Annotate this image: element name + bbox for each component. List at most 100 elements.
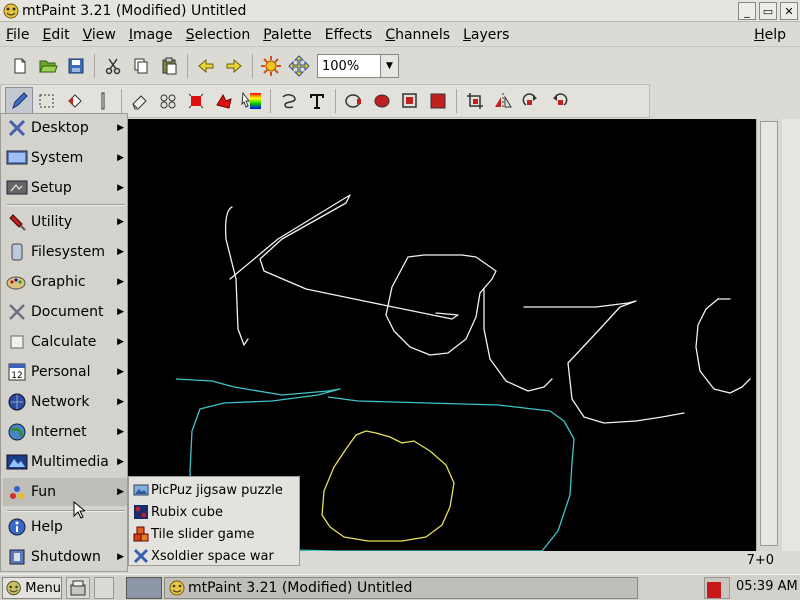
menu-image[interactable]: Image bbox=[123, 27, 180, 43]
menu-bar: File Edit View Image Selection Palette E… bbox=[0, 23, 800, 47]
smudge-icon[interactable] bbox=[275, 87, 303, 115]
system-tray[interactable] bbox=[704, 577, 730, 599]
submenu-item-picpuz[interactable]: PicPuz jigsaw puzzle bbox=[133, 479, 283, 501]
menu-item-calculate[interactable]: Calculate ▶ bbox=[3, 328, 127, 356]
menu-help[interactable]: Help bbox=[754, 27, 786, 43]
menu-palette[interactable]: Palette bbox=[257, 27, 319, 43]
menu-item-utility[interactable]: Utility ▶ bbox=[3, 208, 127, 236]
menu-view[interactable]: View bbox=[77, 27, 123, 43]
taskbar: Menu mtPaint 3.21 (Modified) Untitled 05… bbox=[0, 574, 800, 600]
menu-selection[interactable]: Selection bbox=[180, 27, 258, 43]
submenu-item-tile-slider[interactable]: Tile slider game bbox=[133, 523, 255, 545]
eraser-icon[interactable] bbox=[126, 87, 154, 115]
svg-text:12: 12 bbox=[11, 371, 22, 381]
ellipse-outline-icon[interactable] bbox=[340, 87, 368, 115]
lasso-icon[interactable] bbox=[210, 87, 238, 115]
menu-item-document[interactable]: Document ▶ bbox=[3, 298, 127, 326]
new-icon[interactable] bbox=[6, 52, 34, 80]
paint-icon[interactable] bbox=[5, 87, 33, 115]
open-icon[interactable] bbox=[34, 52, 62, 80]
toolbar-separator bbox=[456, 89, 457, 113]
toolbar-separator bbox=[335, 89, 336, 113]
undo-icon[interactable] bbox=[192, 52, 220, 80]
rotate-ccw-icon[interactable] bbox=[545, 87, 573, 115]
setup-icon bbox=[6, 177, 28, 199]
menu-channels[interactable]: Channels bbox=[379, 27, 457, 43]
ellipse-fill-icon[interactable] bbox=[368, 87, 396, 115]
menu-effects[interactable]: Effects bbox=[319, 27, 380, 43]
menu-item-network[interactable]: Network ▶ bbox=[3, 388, 127, 416]
clone-icon[interactable] bbox=[154, 87, 182, 115]
tile-slider-icon bbox=[133, 526, 149, 542]
flood-fill-icon[interactable] bbox=[61, 87, 89, 115]
mtpaint-app-icon bbox=[3, 3, 19, 18]
copy-icon[interactable] bbox=[127, 52, 155, 80]
redo-icon[interactable] bbox=[220, 52, 248, 80]
main-toolbar: 100% ▼ bbox=[0, 50, 800, 82]
line-icon[interactable] bbox=[89, 87, 117, 115]
rect-outline-icon[interactable] bbox=[396, 87, 424, 115]
menu-item-setup[interactable]: Setup ▶ bbox=[3, 174, 127, 202]
scrollbar-thumb[interactable] bbox=[760, 121, 778, 546]
menu-edit[interactable]: Edit bbox=[36, 27, 76, 43]
menu-item-graphic[interactable]: Graphic ▶ bbox=[3, 268, 127, 296]
menu-item-fun[interactable]: Fun ▶ bbox=[3, 478, 127, 506]
xsoldier-icon bbox=[133, 548, 149, 564]
vertical-scrollbar[interactable] bbox=[756, 119, 782, 551]
rect-fill-icon[interactable] bbox=[424, 87, 452, 115]
calculate-icon bbox=[6, 331, 28, 353]
minimize-button[interactable]: _ bbox=[738, 2, 756, 20]
document-icon bbox=[6, 301, 28, 323]
toolbar-separator bbox=[94, 54, 95, 78]
submenu-item-xsoldier[interactable]: Xsoldier space war bbox=[133, 545, 274, 567]
polygon-select-icon[interactable] bbox=[182, 87, 210, 115]
menu-layers[interactable]: Layers bbox=[457, 27, 516, 43]
menu-item-filesystem[interactable]: Filesystem ▶ bbox=[3, 238, 127, 266]
menu-item-help[interactable]: Help bbox=[3, 513, 127, 541]
menu-item-internet[interactable]: Internet ▶ bbox=[3, 418, 127, 446]
tray-indicator-icon bbox=[707, 582, 721, 598]
taskbar-menu-button[interactable]: Menu bbox=[2, 577, 62, 599]
menu-item-multimedia[interactable]: Multimedia ▶ bbox=[3, 448, 127, 476]
cut-icon[interactable] bbox=[99, 52, 127, 80]
personal-icon: 12 bbox=[6, 361, 28, 383]
menu-item-shutdown[interactable]: Shutdown ▶ bbox=[3, 543, 127, 571]
menu-file[interactable]: File bbox=[0, 27, 36, 43]
crop-icon[interactable] bbox=[461, 87, 489, 115]
menu-item-personal[interactable]: 12 Personal ▶ bbox=[3, 358, 127, 386]
save-icon[interactable] bbox=[62, 52, 90, 80]
paste-icon[interactable] bbox=[155, 52, 183, 80]
multimedia-icon bbox=[6, 451, 28, 473]
brightness-icon[interactable] bbox=[257, 52, 285, 80]
rotate-cw-icon[interactable] bbox=[517, 87, 545, 115]
close-button[interactable]: ✕ bbox=[780, 2, 798, 20]
gradient-icon[interactable] bbox=[238, 87, 266, 115]
internet-icon bbox=[6, 421, 28, 443]
quicklaunch-icon[interactable] bbox=[66, 577, 90, 599]
title-bar[interactable]: mtPaint 3.21 (Modified) Untitled _ ▭ ✕ bbox=[0, 0, 800, 22]
menu-item-system[interactable]: System ▶ bbox=[3, 144, 127, 172]
pan-icon[interactable] bbox=[285, 52, 313, 80]
desktop-pager[interactable] bbox=[126, 577, 162, 599]
quicklaunch-slot[interactable] bbox=[94, 577, 114, 599]
system-icon bbox=[6, 147, 28, 169]
mtpaint-task-icon bbox=[169, 580, 185, 596]
utility-icon bbox=[6, 211, 28, 233]
zoom-combo-input[interactable]: 100% bbox=[317, 54, 381, 78]
select-icon[interactable] bbox=[33, 87, 61, 115]
maximize-button[interactable]: ▭ bbox=[759, 2, 777, 20]
taskbar-task-mtpaint[interactable]: mtPaint 3.21 (Modified) Untitled bbox=[164, 577, 638, 599]
status-coords: 7+0 bbox=[746, 553, 774, 568]
zoom-dropdown-button[interactable]: ▼ bbox=[381, 54, 399, 78]
toolbar-separator bbox=[187, 54, 188, 78]
menu-separator bbox=[7, 510, 125, 512]
fun-icon bbox=[6, 481, 28, 503]
flip-icon[interactable] bbox=[489, 87, 517, 115]
filesystem-icon bbox=[6, 241, 28, 263]
network-icon bbox=[6, 391, 28, 413]
text-icon[interactable] bbox=[303, 87, 331, 115]
submenu-item-rubix[interactable]: Rubix cube bbox=[133, 501, 223, 523]
rubix-icon bbox=[133, 504, 149, 520]
clock[interactable]: 05:39 AM bbox=[736, 579, 798, 594]
menu-item-desktop[interactable]: Desktop ▶ bbox=[3, 114, 127, 142]
